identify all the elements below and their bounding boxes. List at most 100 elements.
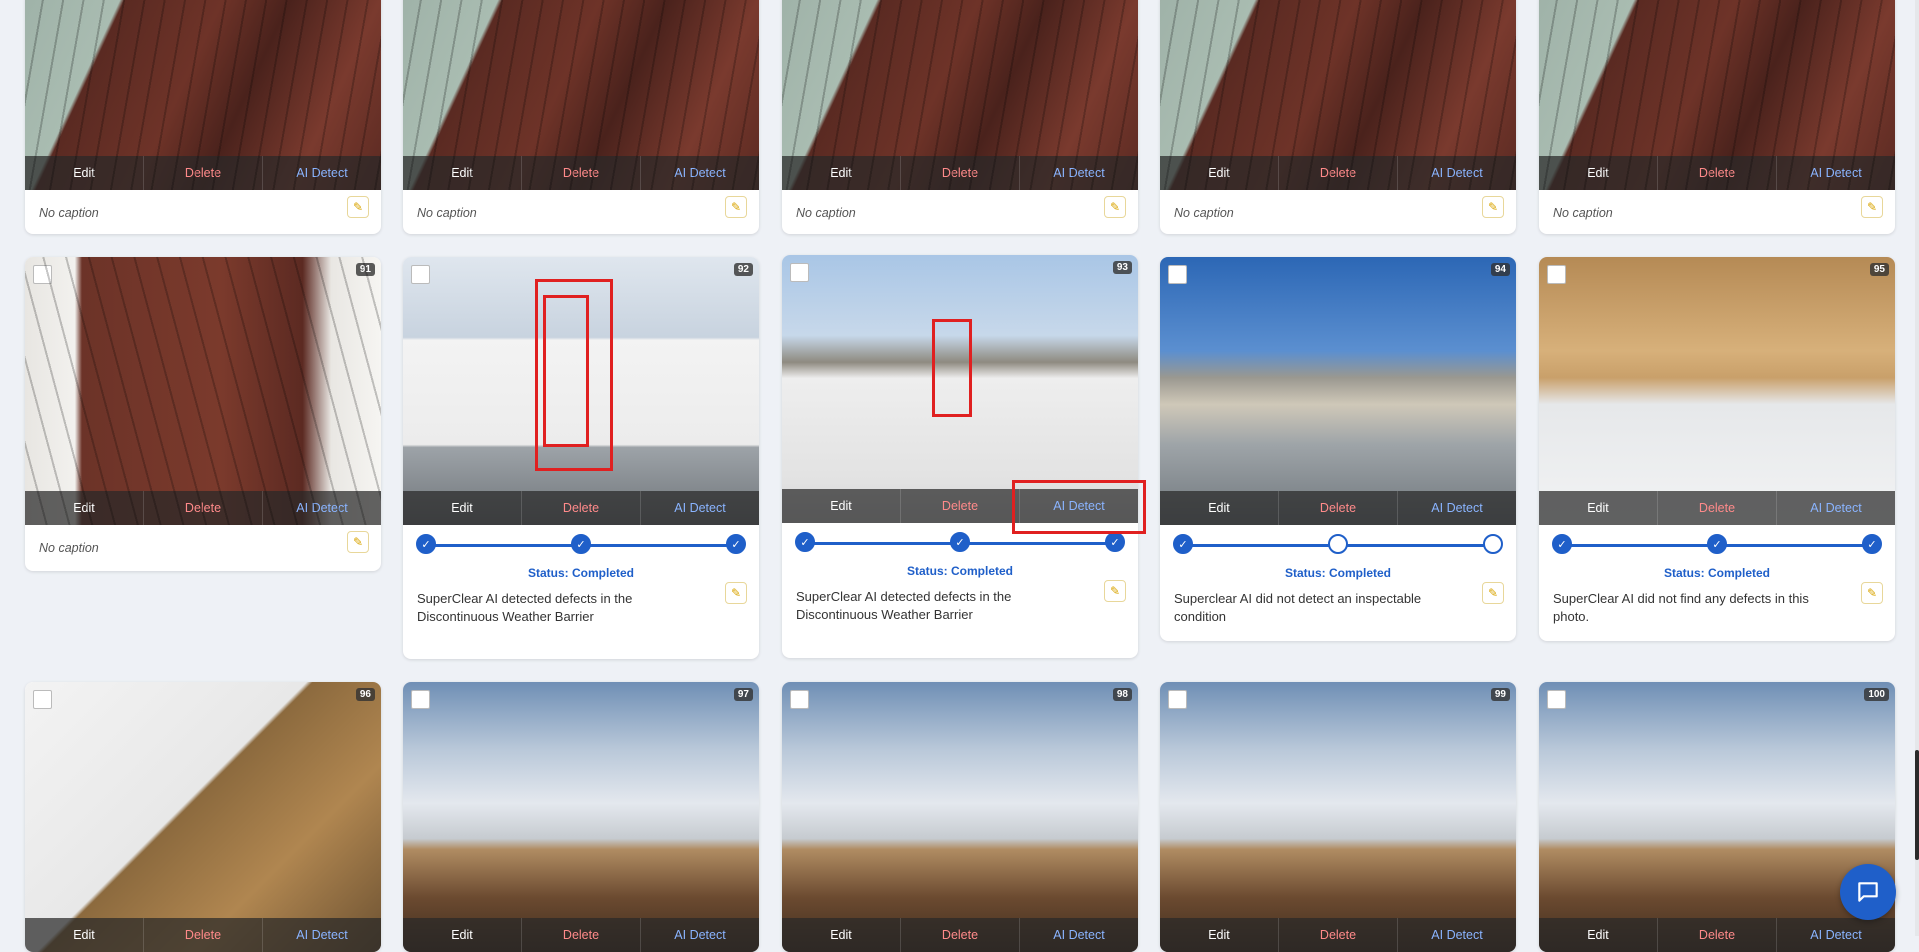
ai-result-description: Superclear AI did not detect an inspecta… <box>1160 580 1516 636</box>
chat-icon <box>1858 882 1878 902</box>
caption-row: No caption ✎ <box>1160 190 1516 234</box>
delete-button[interactable]: Delete <box>521 491 640 525</box>
edit-button[interactable]: Edit <box>403 156 521 190</box>
photo[interactable]: 95 Edit Delete AI Detect <box>1539 257 1895 525</box>
edit-button[interactable]: Edit <box>782 156 900 190</box>
delete-button[interactable]: Delete <box>143 156 262 190</box>
delete-button[interactable]: Delete <box>1657 156 1776 190</box>
delete-button[interactable]: Delete <box>1278 156 1397 190</box>
pencil-icon[interactable]: ✎ <box>347 531 369 553</box>
ai-detect-button[interactable]: AI Detect <box>640 491 759 525</box>
edit-button[interactable]: Edit <box>1160 918 1278 952</box>
photo[interactable]: 97 Edit Delete AI Detect <box>403 682 759 952</box>
photo[interactable]: Edit Delete AI Detect <box>403 0 759 190</box>
photo[interactable]: Edit Delete AI Detect <box>1160 0 1516 190</box>
pencil-icon[interactable]: ✎ <box>1482 582 1504 604</box>
caption-text: No caption <box>417 206 477 220</box>
ai-detect-button[interactable]: AI Detect <box>1776 491 1895 525</box>
delete-button[interactable]: Delete <box>1278 491 1397 525</box>
select-checkbox[interactable] <box>33 265 52 284</box>
select-checkbox[interactable] <box>1547 265 1566 284</box>
select-checkbox[interactable] <box>1547 690 1566 709</box>
select-checkbox[interactable] <box>411 690 430 709</box>
photo[interactable]: 91 Edit Delete AI Detect <box>25 257 381 525</box>
delete-button[interactable]: Delete <box>1657 918 1776 952</box>
delete-button[interactable]: Delete <box>521 918 640 952</box>
edit-button[interactable]: Edit <box>1160 491 1278 525</box>
photo-card: Edit Delete AI Detect No caption ✎ <box>1160 0 1516 234</box>
delete-button[interactable]: Delete <box>1657 491 1776 525</box>
select-checkbox[interactable] <box>33 690 52 709</box>
photo-card: 100 Edit Delete AI Detect <box>1539 682 1895 952</box>
photo-action-bar: Edit Delete AI Detect <box>782 156 1138 190</box>
pencil-icon[interactable]: ✎ <box>1104 580 1126 602</box>
photo[interactable]: Edit Delete AI Detect <box>1539 0 1895 190</box>
delete-button[interactable]: Delete <box>900 156 1019 190</box>
ai-detect-button[interactable]: AI Detect <box>262 156 381 190</box>
photo-card: Edit Delete AI Detect No caption ✎ <box>782 0 1138 234</box>
delete-button[interactable]: Delete <box>143 918 262 952</box>
defect-detection-box <box>932 319 972 417</box>
ai-detect-button[interactable]: AI Detect <box>1397 491 1516 525</box>
pencil-icon[interactable]: ✎ <box>1861 582 1883 604</box>
pencil-icon[interactable]: ✎ <box>725 582 747 604</box>
edit-button[interactable]: Edit <box>25 156 143 190</box>
edit-button[interactable]: Edit <box>1539 491 1657 525</box>
delete-button[interactable]: Delete <box>143 491 262 525</box>
scrollbar-thumb[interactable] <box>1915 750 1919 860</box>
ai-detect-button[interactable]: AI Detect <box>640 156 759 190</box>
edit-button[interactable]: Edit <box>403 918 521 952</box>
photo[interactable]: Edit Delete AI Detect <box>25 0 381 190</box>
select-checkbox[interactable] <box>411 265 430 284</box>
photo-action-bar: Edit Delete AI Detect <box>1160 918 1516 952</box>
ai-detect-button[interactable]: AI Detect <box>1019 156 1138 190</box>
edit-button[interactable]: Edit <box>403 491 521 525</box>
ai-detect-button[interactable]: AI Detect <box>262 491 381 525</box>
photo[interactable]: 92 Edit Delete AI Detect <box>403 257 759 525</box>
photo-card: Edit Delete AI Detect No caption ✎ <box>1539 0 1895 234</box>
edit-button[interactable]: Edit <box>1539 156 1657 190</box>
edit-button[interactable]: Edit <box>782 918 900 952</box>
status-text: Status: Completed <box>527 566 634 580</box>
pencil-icon[interactable]: ✎ <box>1482 196 1504 218</box>
edit-button[interactable]: Edit <box>25 918 143 952</box>
edit-button[interactable]: Edit <box>782 489 900 523</box>
ai-detect-button[interactable]: AI Detect <box>1397 918 1516 952</box>
select-checkbox[interactable] <box>1168 690 1187 709</box>
select-checkbox[interactable] <box>1168 265 1187 284</box>
pencil-icon[interactable]: ✎ <box>1104 196 1126 218</box>
ai-detect-button[interactable]: AI Detect <box>1776 918 1895 952</box>
photo-action-bar: Edit Delete AI Detect <box>25 491 381 525</box>
ai-detect-button[interactable]: AI Detect <box>1776 156 1895 190</box>
pencil-icon[interactable]: ✎ <box>347 196 369 218</box>
delete-button[interactable]: Delete <box>521 156 640 190</box>
delete-button[interactable]: Delete <box>900 918 1019 952</box>
defect-detection-box <box>543 295 589 447</box>
delete-button[interactable]: Delete <box>1278 918 1397 952</box>
highlight-box <box>1012 480 1146 534</box>
check-icon: ✓ <box>795 532 815 552</box>
photo[interactable]: 94 Edit Delete AI Detect <box>1160 257 1516 525</box>
photo-card: Edit Delete AI Detect No caption ✎ <box>25 0 381 234</box>
edit-button[interactable]: Edit <box>1539 918 1657 952</box>
ai-detect-button[interactable]: AI Detect <box>1397 156 1516 190</box>
select-checkbox[interactable] <box>790 690 809 709</box>
photo-action-bar: Edit Delete AI Detect <box>1160 156 1516 190</box>
photo[interactable]: 98 Edit Delete AI Detect <box>782 682 1138 952</box>
ai-detect-button[interactable]: AI Detect <box>640 918 759 952</box>
ai-detect-button[interactable]: AI Detect <box>262 918 381 952</box>
pencil-icon[interactable]: ✎ <box>725 196 747 218</box>
photo[interactable]: 96 Edit Delete AI Detect <box>25 682 381 952</box>
photo[interactable]: Edit Delete AI Detect <box>782 0 1138 190</box>
edit-button[interactable]: Edit <box>25 491 143 525</box>
chat-button[interactable] <box>1840 864 1896 920</box>
photo[interactable]: 100 Edit Delete AI Detect <box>1539 682 1895 952</box>
pencil-icon[interactable]: ✎ <box>1861 196 1883 218</box>
select-checkbox[interactable] <box>790 263 809 282</box>
ai-detect-button[interactable]: AI Detect <box>1019 918 1138 952</box>
photo[interactable]: 99 Edit Delete AI Detect <box>1160 682 1516 952</box>
check-icon: ✓ <box>1707 534 1727 554</box>
edit-button[interactable]: Edit <box>1160 156 1278 190</box>
delete-button[interactable]: Delete <box>900 489 1019 523</box>
caption-row: No caption ✎ <box>25 190 381 234</box>
